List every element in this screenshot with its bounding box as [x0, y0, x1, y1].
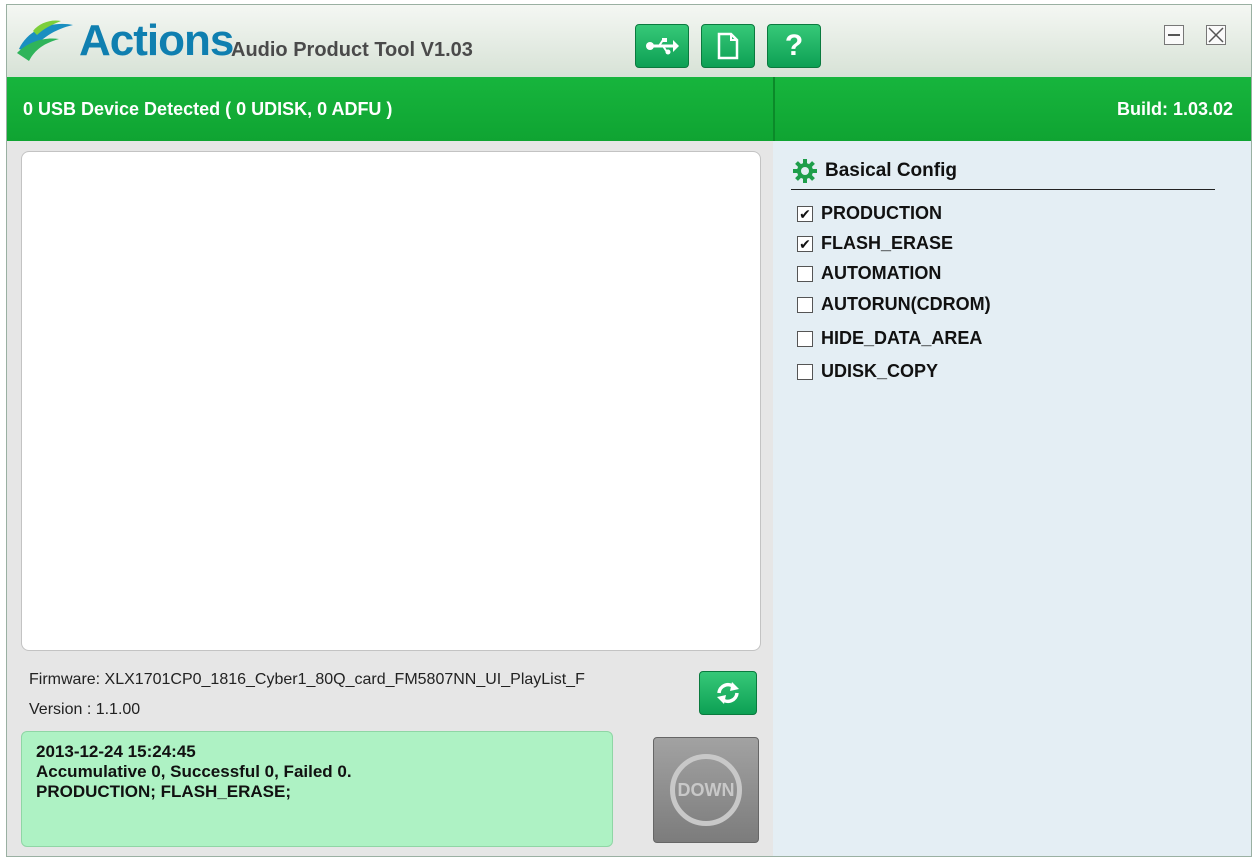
option-label: HIDE_DATA_AREA: [821, 328, 983, 348]
file-button[interactable]: [701, 24, 755, 68]
help-button[interactable]: ?: [767, 24, 821, 68]
option-production[interactable]: ✔ PRODUCTION: [797, 203, 942, 224]
status-bar: 0 USB Device Detected ( 0 UDISK, 0 ADFU …: [7, 77, 1251, 141]
build-version: Build: 1.03.02: [1116, 99, 1233, 119]
refresh-firmware-button[interactable]: [699, 671, 757, 715]
help-icon: ?: [784, 29, 804, 62]
down-button-ring: DOWN: [670, 754, 742, 826]
status-divider: [773, 77, 775, 141]
production-checkbox[interactable]: ✔: [797, 205, 813, 222]
gear-icon: [793, 159, 817, 183]
config-header: Basical Config: [793, 159, 957, 183]
option-label: UDISK_COPY: [821, 361, 939, 381]
summary-options: PRODUCTION; FLASH_ERASE;: [36, 782, 292, 801]
hide-data-area-checkbox[interactable]: [797, 330, 813, 347]
actions-logo-icon: [17, 20, 73, 61]
brand-name: Actions: [79, 16, 234, 65]
minimize-button[interactable]: [1164, 25, 1184, 45]
title-bar: Actions Audio Product Tool V1.03 ?: [7, 5, 1251, 78]
option-flash-erase[interactable]: ✔ FLASH_ERASE: [797, 233, 953, 254]
app-window: Actions Audio Product Tool V1.03 ? 0 USB…: [6, 4, 1252, 857]
down-button-label: DOWN: [677, 779, 735, 800]
usb-icon: [646, 38, 679, 55]
firmware-version: Version : 1.1.00: [29, 701, 141, 718]
option-label: PRODUCTION: [821, 203, 942, 223]
file-icon: [717, 32, 739, 60]
close-icon: [1208, 27, 1224, 43]
config-divider: [791, 189, 1215, 190]
autorun-cdrom-checkbox[interactable]: [797, 296, 813, 313]
summary-timestamp: 2013-12-24 15:24:45: [36, 742, 196, 761]
production-summary: 2013-12-24 15:24:45 Accumulative 0, Succ…: [21, 731, 613, 847]
option-label: FLASH_ERASE: [821, 233, 954, 253]
option-label: AUTOMATION: [821, 263, 942, 283]
log-area[interactable]: [21, 151, 761, 651]
close-button[interactable]: [1206, 25, 1226, 45]
option-autorun-cdrom[interactable]: AUTORUN(CDROM): [797, 294, 991, 315]
left-panel: Firmware: XLX1701CP0_1816_Cyber1_80Q_car…: [7, 141, 773, 856]
minimize-icon: [1168, 34, 1180, 36]
usb-device-status: 0 USB Device Detected ( 0 UDISK, 0 ADFU …: [23, 99, 393, 119]
udisk-copy-checkbox[interactable]: [797, 363, 813, 380]
option-hide-data-area[interactable]: HIDE_DATA_AREA: [797, 328, 982, 349]
automation-checkbox[interactable]: [797, 265, 813, 282]
usb-button[interactable]: [635, 24, 689, 68]
refresh-icon: [717, 682, 739, 704]
app-title: Audio Product Tool V1.03: [231, 39, 473, 61]
down-button[interactable]: DOWN: [653, 737, 759, 843]
summary-counts: Accumulative 0, Successful 0, Failed 0.: [36, 762, 352, 781]
option-udisk-copy[interactable]: UDISK_COPY: [797, 361, 938, 382]
config-title: Basical Config: [825, 160, 957, 181]
option-label: AUTORUN(CDROM): [821, 294, 991, 314]
flash-erase-checkbox[interactable]: ✔: [797, 235, 813, 252]
firmware-name: Firmware: XLX1701CP0_1816_Cyber1_80Q_car…: [29, 671, 585, 688]
config-panel: Basical Config ✔ PRODUCTION ✔ FLASH_ERAS…: [775, 141, 1251, 856]
option-automation[interactable]: AUTOMATION: [797, 263, 941, 284]
